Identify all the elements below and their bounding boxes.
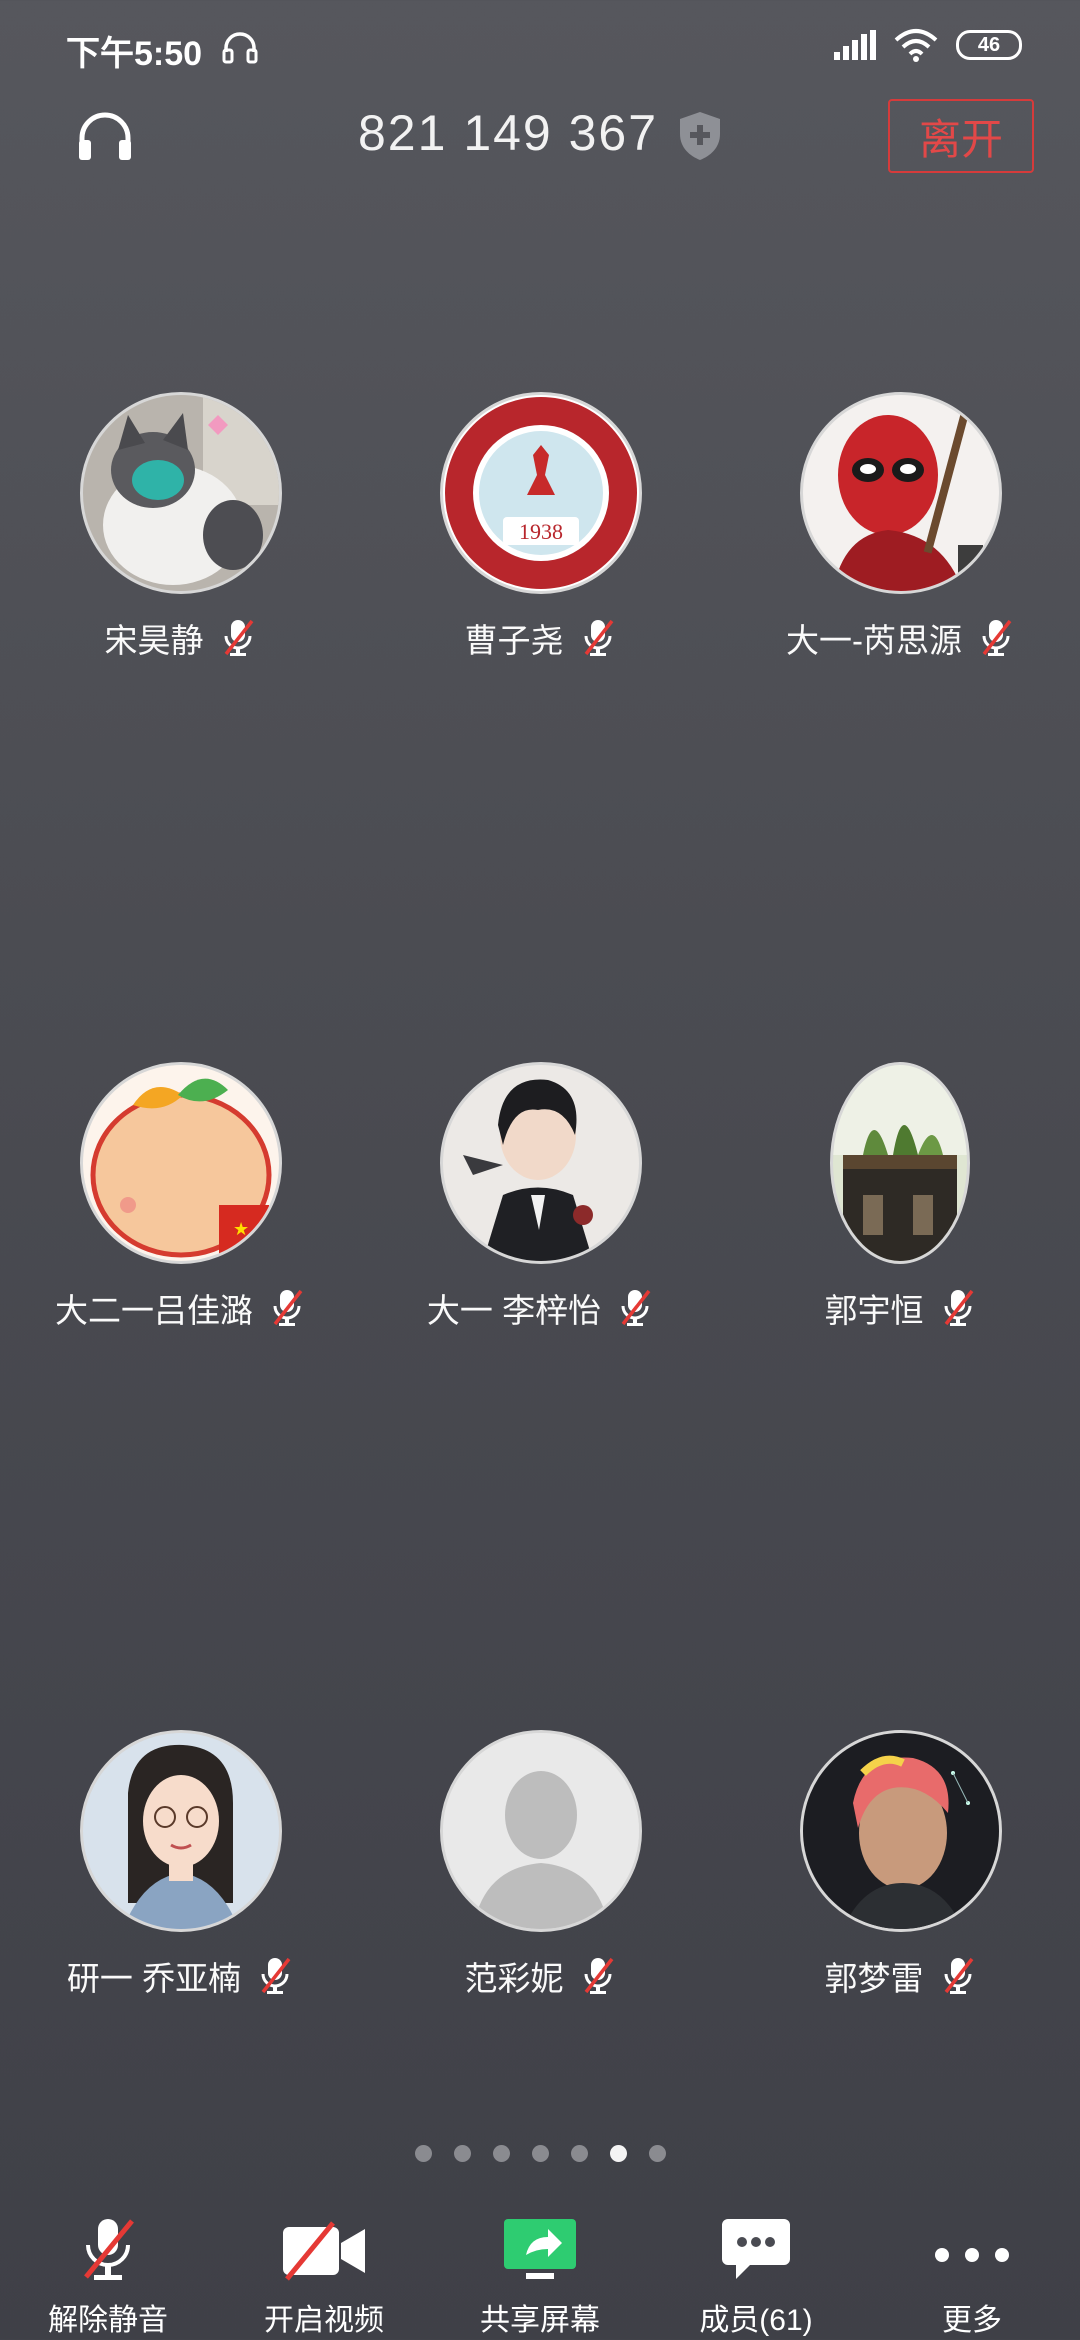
participant-name-row: 大一-芮思源 [720, 614, 1080, 662]
status-bar: 下午5:50 46 [0, 0, 1080, 96]
video-off-icon [283, 2221, 365, 2281]
participant-name: 范彩妮 [464, 1960, 564, 1997]
participant-name-row: 郭宇恒 [720, 1284, 1080, 1332]
start-video-button[interactable]: 开启视频 [216, 2195, 432, 2340]
avatar: ★ [80, 1062, 282, 1264]
bottom-toolbar: 解除静音 开启视频 共享屏幕 成员(61) 更多 [0, 2195, 1080, 2340]
participant-name: 曹子尧 [464, 622, 564, 659]
leave-button[interactable]: 离开 [888, 99, 1034, 173]
avatar [830, 1062, 970, 1264]
avatar [800, 1730, 1002, 1932]
mic-muted-icon [944, 1957, 973, 1994]
page-dot[interactable] [570, 2145, 588, 2162]
start-video-label: 开启视频 [264, 2304, 384, 2337]
avatar [440, 1062, 642, 1264]
avatar: 1938 [440, 392, 642, 594]
participant-name: 研一 乔亚楠 [66, 1960, 242, 1997]
mic-muted-icon [621, 1289, 651, 1326]
leave-button-label: 离开 [918, 115, 1003, 163]
shield-icon[interactable] [676, 110, 724, 162]
share-screen-icon [504, 2219, 576, 2279]
page-dot-active[interactable] [609, 2145, 627, 2162]
battery-icon: 46 [956, 30, 1022, 60]
mic-muted-icon [982, 619, 1012, 656]
avatar [80, 392, 282, 594]
share-screen-button[interactable]: 共享屏幕 [432, 2195, 648, 2340]
mic-muted-icon [261, 1957, 291, 1994]
unmute-label: 解除静音 [48, 2304, 168, 2337]
svg-text:★: ★ [233, 1219, 249, 1240]
page-dot[interactable] [453, 2145, 471, 2162]
more-label: 更多 [942, 2304, 1002, 2337]
members-button[interactable]: 成员(61) [648, 2195, 864, 2340]
participant-name: 大一-芮思源 [786, 622, 962, 659]
participant-name: 郭梦雷 [824, 1960, 924, 1997]
avatar [800, 392, 1002, 594]
page-dot[interactable] [648, 2145, 666, 2162]
members-label: 成员(61) [699, 2304, 813, 2337]
headset-status-icon [222, 32, 258, 64]
avatar [440, 1730, 642, 1932]
audio-route-icon[interactable] [74, 108, 136, 164]
mic-muted-icon [273, 1289, 303, 1326]
page-indicator[interactable] [0, 2145, 1080, 2162]
mic-muted-icon [224, 619, 253, 656]
signal-icon [834, 30, 876, 60]
status-time: 下午5:50 [66, 35, 203, 73]
participant-name: 郭宇恒 [824, 1292, 924, 1329]
participant-name-row: 研一 乔亚楠 [0, 1952, 360, 2000]
page-dot[interactable] [492, 2145, 510, 2162]
chat-bubble-icon [722, 2219, 790, 2279]
participant-name: 宋昊静 [104, 622, 204, 659]
mic-muted-icon [944, 1289, 973, 1326]
participant-name-row: 宋昊静 [0, 614, 360, 662]
page-dot[interactable] [531, 2145, 549, 2162]
unmute-button[interactable]: 解除静音 [0, 2195, 216, 2340]
battery-level: 46 [977, 33, 1001, 56]
participant-name-row: 曹子尧 [360, 614, 720, 662]
share-screen-label: 共享屏幕 [480, 2304, 600, 2337]
participant-name-row: 大一 李梓怡 [360, 1284, 720, 1332]
participant-name-row: 范彩妮 [360, 1952, 720, 2000]
seal-year: 1938 [519, 519, 563, 544]
avatar [80, 1730, 282, 1932]
more-button[interactable]: 更多 [864, 2195, 1080, 2340]
page-dot[interactable] [414, 2145, 432, 2162]
meeting-id[interactable]: 821 149 367 [358, 104, 658, 162]
mic-muted-icon [584, 619, 613, 656]
more-dots-icon [935, 2248, 1009, 2262]
participant-name: 大一 李梓怡 [426, 1292, 602, 1329]
participant-name: 大二一吕佳潞 [55, 1292, 253, 1329]
mic-muted-icon [584, 1957, 613, 1994]
participant-name-row: 郭梦雷 [720, 1952, 1080, 2000]
wifi-icon [894, 29, 938, 62]
default-user-icon [443, 1733, 639, 1929]
mic-muted-icon [84, 2219, 134, 2280]
participant-name-row: 大二一吕佳潞 [0, 1284, 360, 1332]
